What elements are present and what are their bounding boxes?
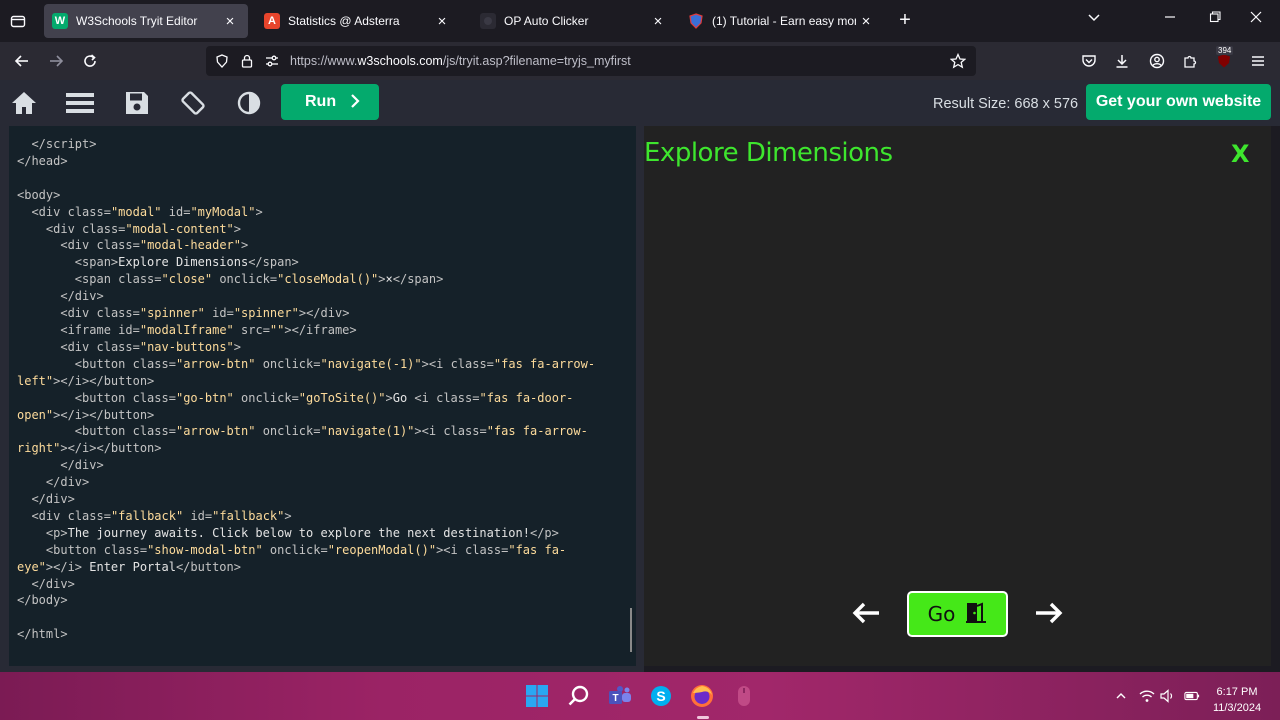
battery-icon[interactable] bbox=[1184, 688, 1200, 704]
pocket-icon[interactable] bbox=[1077, 50, 1101, 72]
permissions-icon[interactable] bbox=[264, 53, 280, 69]
active-app-indicator bbox=[697, 716, 709, 719]
navigation-bar: https://www.w3schools.com/js/tryit.asp?f… bbox=[0, 42, 1280, 80]
run-button[interactable]: Run bbox=[281, 84, 379, 120]
volume-icon[interactable] bbox=[1160, 688, 1176, 704]
bookmark-star-icon[interactable] bbox=[950, 53, 966, 69]
get-your-own-website-button[interactable]: Get your own website bbox=[1086, 84, 1271, 120]
skype-icon[interactable]: S bbox=[648, 683, 674, 709]
address-bar[interactable]: https://www.w3schools.com/js/tryit.asp?f… bbox=[206, 46, 976, 76]
svg-text:S: S bbox=[656, 688, 665, 704]
lock-icon[interactable] bbox=[239, 53, 255, 69]
close-window-icon[interactable] bbox=[1244, 10, 1268, 30]
save-icon[interactable] bbox=[123, 89, 151, 117]
search-icon[interactable] bbox=[566, 683, 592, 709]
home-icon[interactable] bbox=[10, 89, 38, 117]
clock-date: 11/3/2024 bbox=[1212, 702, 1262, 714]
extensions-puzzle-icon[interactable] bbox=[1178, 50, 1202, 72]
menu-icon[interactable] bbox=[66, 89, 94, 117]
result-frame: Explore Dimensions X Go bbox=[644, 126, 1271, 666]
code-editor[interactable]: </script> </head> <body> <div class="mod… bbox=[9, 126, 636, 666]
arrow-right-icon[interactable] bbox=[1032, 596, 1066, 630]
windows-start-icon[interactable] bbox=[524, 683, 550, 709]
tab-title: (1) Tutorial - Earn easy money w bbox=[712, 14, 856, 28]
account-icon[interactable] bbox=[1145, 50, 1169, 72]
tracking-protection-shield-icon[interactable] bbox=[214, 53, 230, 69]
tab-w3schools[interactable]: W W3Schools Tryit Editor × bbox=[44, 4, 248, 38]
tab-title: Statistics @ Adsterra bbox=[288, 14, 400, 28]
rotate-orientation-icon[interactable] bbox=[179, 89, 207, 117]
show-hidden-icons-chevron-icon[interactable] bbox=[1113, 688, 1129, 704]
firefox-icon[interactable] bbox=[689, 683, 715, 709]
tab-tutorial[interactable]: (1) Tutorial - Earn easy money w × bbox=[680, 4, 884, 38]
clock-time: 6:17 PM bbox=[1216, 686, 1258, 698]
modal-title: Explore Dimensions bbox=[644, 138, 893, 168]
taskbar-clock[interactable]: 6:17 PM 11/3/2024 bbox=[1206, 684, 1268, 716]
wifi-icon[interactable] bbox=[1139, 688, 1155, 704]
theme-contrast-icon[interactable] bbox=[235, 89, 263, 117]
extension-badge-count: 394 bbox=[1216, 46, 1234, 55]
close-tab-icon[interactable]: × bbox=[432, 13, 452, 30]
close-tab-icon[interactable]: × bbox=[856, 13, 876, 30]
code-text[interactable]: </script> </head> <body> <div class="mod… bbox=[17, 136, 627, 643]
tab-title: OP Auto Clicker bbox=[504, 14, 589, 28]
go-button-label: Go bbox=[927, 602, 956, 626]
teams-icon[interactable]: T bbox=[607, 683, 633, 709]
door-open-icon bbox=[965, 601, 987, 628]
reload-icon[interactable] bbox=[78, 50, 102, 72]
auto-clicker-favicon-icon bbox=[480, 13, 496, 29]
tab-list-icon[interactable] bbox=[9, 12, 27, 30]
svg-text:T: T bbox=[612, 693, 618, 704]
forward-arrow-icon[interactable] bbox=[44, 50, 68, 72]
tab-title: W3Schools Tryit Editor bbox=[76, 14, 198, 28]
windows-taskbar: T S bbox=[0, 672, 1280, 720]
arrow-left-icon[interactable] bbox=[849, 596, 883, 630]
back-arrow-icon[interactable] bbox=[10, 50, 34, 72]
w3schools-favicon-icon: W bbox=[52, 13, 68, 29]
editor-panel: </script> </head> <body> <div class="mod… bbox=[0, 126, 644, 672]
chevron-right-icon bbox=[350, 92, 360, 113]
modal-close-button[interactable]: X bbox=[1231, 140, 1250, 168]
list-all-tabs-chevron-icon[interactable] bbox=[1082, 10, 1106, 30]
downloads-icon[interactable] bbox=[1110, 50, 1134, 72]
shield-favicon-icon bbox=[688, 13, 704, 29]
result-size-label: Result Size: 668 x 576 bbox=[933, 96, 1079, 112]
restore-icon[interactable] bbox=[1203, 10, 1227, 30]
minimize-icon[interactable] bbox=[1158, 10, 1182, 30]
mouse-app-icon[interactable] bbox=[731, 683, 757, 709]
tab-adsterra[interactable]: A Statistics @ Adsterra × bbox=[256, 4, 460, 38]
hamburger-menu-icon[interactable] bbox=[1246, 50, 1270, 72]
run-button-label: Run bbox=[305, 93, 337, 110]
new-tab-plus-icon[interactable]: + bbox=[895, 10, 915, 31]
tab-op-auto-clicker[interactable]: OP Auto Clicker × bbox=[472, 4, 676, 38]
go-button[interactable]: Go bbox=[907, 591, 1008, 637]
close-tab-icon[interactable]: × bbox=[220, 13, 240, 30]
tab-strip: W W3Schools Tryit Editor × A Statistics … bbox=[0, 0, 1280, 42]
url-text: https://www.w3schools.com/js/tryit.asp?f… bbox=[290, 54, 631, 68]
adsterra-favicon-icon: A bbox=[264, 13, 280, 29]
editor-scrollbar[interactable] bbox=[630, 608, 632, 652]
close-tab-icon[interactable]: × bbox=[648, 13, 668, 30]
